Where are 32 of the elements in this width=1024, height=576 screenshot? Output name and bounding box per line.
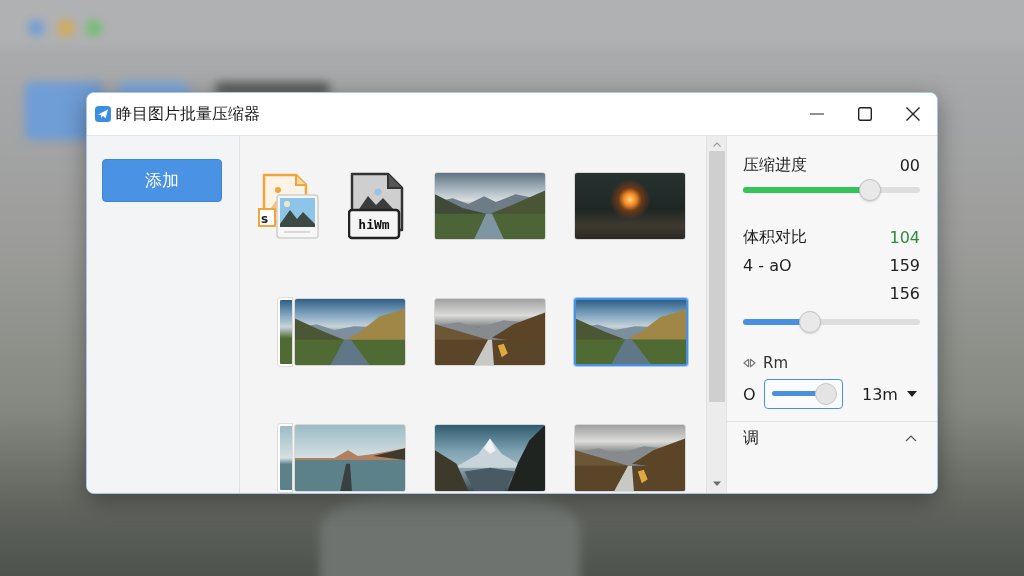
size-row-value: 156 [889,283,920,303]
photo-thumbnail[interactable] [574,298,688,366]
size-slider[interactable] [743,311,920,333]
minimize-icon [810,113,824,115]
file-type-label: s [261,212,269,226]
slider-thumb[interactable] [799,311,822,333]
size-compare-label: 体积对比 [743,226,807,248]
field-label: O [743,384,757,404]
scroll-down-icon[interactable] [712,481,721,486]
close-icon [906,107,920,121]
progress-label: 压缩进度 [743,154,807,176]
file-type-label: hiWm [358,217,390,232]
section-label: 调 [743,427,759,449]
size-row-label: 4 - aO [743,255,792,275]
slider-thumb[interactable] [814,382,837,405]
slider-thumb[interactable] [859,179,882,201]
window-title: 睁目图片批量压缩器 [116,103,260,125]
maximize-icon [858,107,872,121]
stacked-photo-edge [278,298,292,366]
progress-value: 00 [899,155,920,175]
field-value: 13m [862,384,898,404]
split-arrows-icon [743,358,756,368]
scroll-up-icon[interactable] [712,142,721,147]
size-row-value: 159 [889,255,920,275]
paper-plane-logo-icon [95,106,111,122]
dropdown-caret-icon[interactable] [907,391,917,397]
option-label: Rm [763,354,789,372]
scrollbar-thumb[interactable] [708,151,725,402]
size-compare-value: 104 [889,227,920,247]
progress-slider[interactable] [743,179,920,201]
chevron-up-icon[interactable] [905,434,917,442]
slider-field[interactable] [764,379,843,409]
